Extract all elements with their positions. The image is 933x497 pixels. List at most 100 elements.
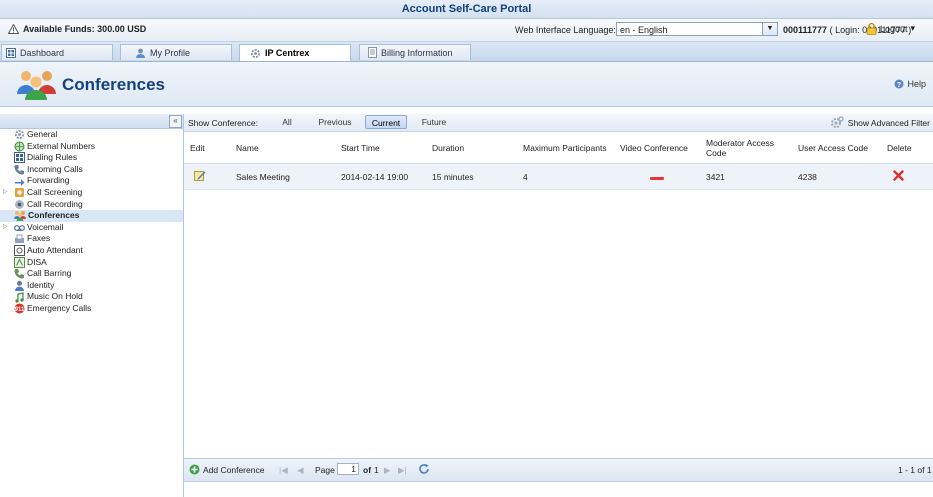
- conference-duration: 15 minutes: [428, 163, 519, 190]
- edit-cell: [184, 163, 232, 190]
- chevron-down-icon: ▼: [762, 23, 777, 35]
- sidebar-item-label: Auto Attendant: [27, 244, 83, 255]
- page-of-label: of: [363, 465, 372, 475]
- gear-icon: [830, 116, 844, 128]
- sidebar-item-label: Voicemail: [27, 221, 64, 232]
- tab-dashboard[interactable]: Dashboard: [1, 44, 113, 60]
- table-row[interactable]: Sales Meeting 2014-02-14 19:00 15 minute…: [184, 163, 933, 190]
- forward-icon: [15, 178, 25, 186]
- add-conference-button[interactable]: Add Conference: [203, 465, 264, 475]
- available-funds: Available Funds: 300.00 USD: [8, 24, 146, 34]
- sidebar-item-conferences[interactable]: Conferences: [0, 210, 183, 222]
- add-icon[interactable]: [189, 464, 200, 475]
- sidebar-item-identity[interactable]: Identity: [0, 280, 183, 292]
- sidebar-item-label: Call Screening: [27, 186, 83, 197]
- warning-icon: [8, 24, 19, 34]
- edit-icon[interactable]: [194, 170, 206, 181]
- sidebar-item-faxes[interactable]: Faxes: [0, 233, 183, 245]
- sidebar: « General External Numbers Dialing Rules…: [0, 114, 184, 497]
- page-input[interactable]: 1: [337, 463, 359, 475]
- voicemail-icon: [14, 225, 25, 231]
- column-header[interactable]: Name: [232, 132, 337, 164]
- first-page-icon[interactable]: |◀: [279, 465, 288, 476]
- table-header-row: Edit Name Start Time Duration Maximum Pa…: [184, 132, 933, 164]
- column-header[interactable]: Duration: [428, 132, 519, 164]
- column-header[interactable]: Maximum Participants: [519, 132, 616, 164]
- user-access-code: 4238: [794, 163, 883, 190]
- language-label: Web Interface Language:: [515, 25, 616, 35]
- sidebar-item-call-screening[interactable]: ▷ Call Screening: [0, 187, 183, 199]
- collapse-button[interactable]: «: [169, 115, 182, 128]
- prev-page-icon[interactable]: ◀: [297, 465, 304, 476]
- delete-icon[interactable]: [893, 170, 904, 181]
- filter-future[interactable]: Future: [415, 115, 453, 129]
- advanced-filter-button[interactable]: Show Advanced Filter: [830, 116, 930, 129]
- filter-current[interactable]: Current: [365, 115, 407, 129]
- next-page-icon[interactable]: ▶: [384, 465, 391, 476]
- music-icon: [15, 291, 24, 303]
- sidebar-item-dialing-rules[interactable]: Dialing Rules: [0, 152, 183, 164]
- filter-label: Show Conference:: [188, 118, 258, 128]
- sidebar-item-music-on-hold[interactable]: Music On Hold: [0, 291, 183, 303]
- filter-all[interactable]: All: [276, 115, 298, 129]
- page-header: Conferences ? Help: [0, 62, 933, 107]
- column-header[interactable]: Start Time: [337, 132, 428, 164]
- disa-icon: [14, 256, 25, 268]
- tab-label: Dashboard: [20, 47, 65, 58]
- funds-text: Available Funds: 300.00 USD: [23, 24, 147, 34]
- sidebar-item-call-barring[interactable]: Call Barring: [0, 268, 183, 280]
- sidebar-item-external-numbers[interactable]: External Numbers: [0, 141, 183, 153]
- video-disabled-icon: [650, 176, 664, 180]
- column-header[interactable]: Moderator Access Code: [702, 132, 794, 164]
- attendant-icon: [14, 245, 25, 257]
- language-select[interactable]: en - English ▼: [616, 22, 778, 36]
- help-button[interactable]: ? Help: [894, 79, 926, 89]
- sidebar-item-auto-attendant[interactable]: Auto Attendant: [0, 245, 183, 257]
- tab-my-profile[interactable]: My Profile: [120, 44, 232, 60]
- sidebar-tree: General External Numbers Dialing Rules I…: [0, 129, 183, 315]
- conference-max-participants: 4: [519, 163, 616, 190]
- conference-name: Sales Meeting: [232, 163, 337, 190]
- user-icon: [136, 48, 145, 58]
- portal-title: Account Self-Care Portal: [0, 0, 933, 19]
- language-value: en - English: [620, 25, 668, 35]
- conference-table: Edit Name Start Time Duration Maximum Pa…: [184, 132, 933, 190]
- last-page-icon[interactable]: ▶|: [398, 465, 407, 476]
- record-icon: [15, 199, 24, 209]
- fax-icon: [15, 234, 24, 243]
- sidebar-header: «: [0, 114, 183, 129]
- help-icon: ?: [894, 79, 904, 89]
- logout-button[interactable]: Logout ▾: [866, 22, 915, 35]
- sidebar-item-forwarding[interactable]: Forwarding: [0, 175, 183, 187]
- svg-text:911: 911: [15, 307, 25, 313]
- dashboard-icon: [6, 47, 16, 58]
- logout-label: Logout: [880, 23, 908, 34]
- barring-icon: [14, 269, 24, 279]
- expand-icon[interactable]: ▷: [3, 187, 8, 199]
- main-tabs: Dashboard My Profile IP Centrex Billing …: [0, 42, 933, 62]
- sidebar-item-label: Forwarding: [27, 175, 70, 186]
- sidebar-item-incoming-calls[interactable]: Incoming Calls: [0, 164, 183, 176]
- tab-label: Billing Information: [381, 47, 453, 58]
- expand-icon[interactable]: ▷: [3, 222, 8, 234]
- sidebar-item-label: General: [27, 129, 58, 139]
- tab-ip-centrex[interactable]: IP Centrex: [239, 44, 351, 61]
- sidebar-item-voicemail[interactable]: ▷ Voicemail: [0, 222, 183, 234]
- sidebar-item-general[interactable]: General: [0, 129, 183, 141]
- document-icon: [368, 47, 377, 58]
- tab-billing-information[interactable]: Billing Information: [359, 44, 471, 60]
- filter-previous[interactable]: Previous: [314, 115, 356, 129]
- delete-cell: [883, 163, 933, 190]
- page-label: Page: [315, 465, 335, 475]
- page-total: 1: [374, 465, 379, 475]
- logout-arrow: ▾: [910, 23, 916, 33]
- sidebar-item-label: Emergency Calls: [27, 302, 92, 313]
- sidebar-item-emergency-calls[interactable]: 911 Emergency Calls: [0, 303, 183, 315]
- sidebar-item-label: Music On Hold: [27, 291, 83, 302]
- column-header[interactable]: Video Conference: [616, 132, 702, 164]
- column-header[interactable]: User Access Code: [794, 132, 883, 164]
- identity-icon: [15, 280, 24, 292]
- sidebar-item-disa[interactable]: DISA: [0, 257, 183, 269]
- sidebar-item-call-recording[interactable]: Call Recording: [0, 199, 183, 211]
- refresh-icon[interactable]: [418, 463, 430, 475]
